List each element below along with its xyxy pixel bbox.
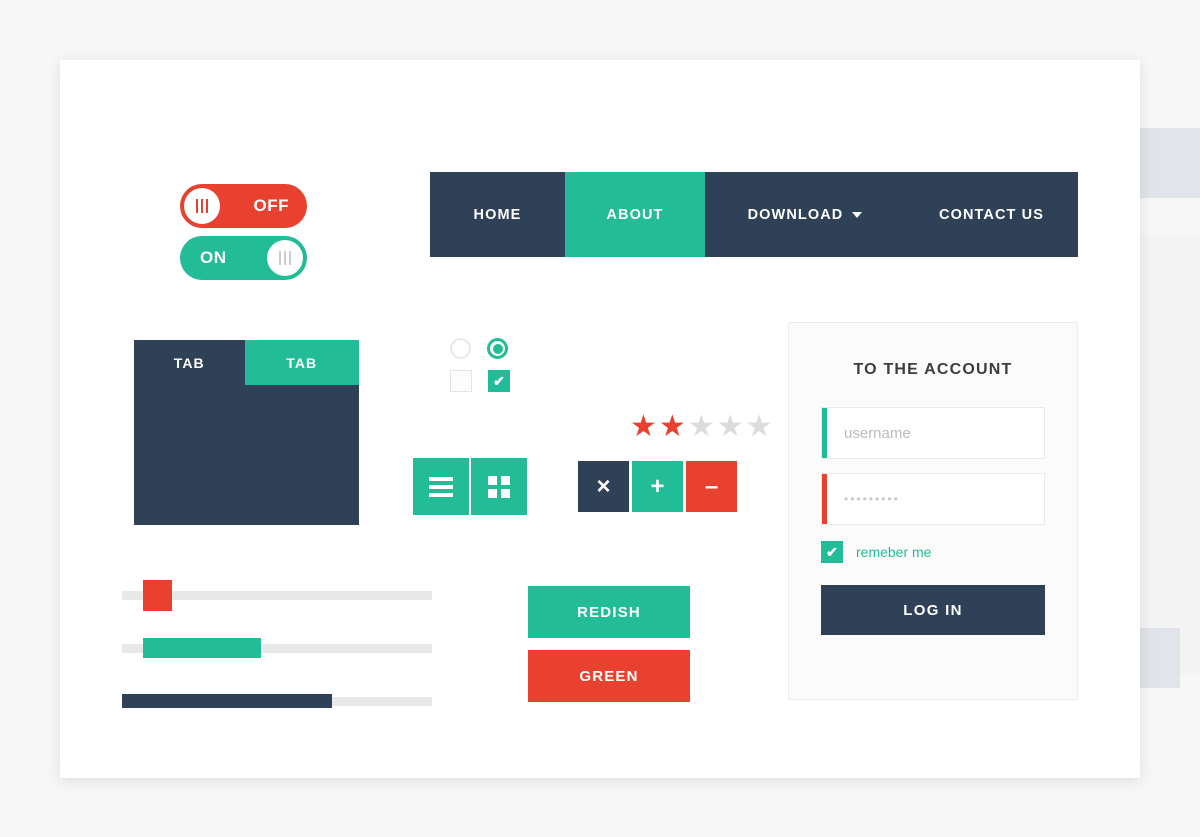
- nav-item-contact-us[interactable]: CONTACT US: [905, 172, 1078, 257]
- nav-item-download[interactable]: DOWNLOAD: [705, 172, 905, 257]
- tab-2[interactable]: TAB: [244, 340, 359, 385]
- password-field[interactable]: •••••••••: [821, 473, 1045, 525]
- star-icon-5[interactable]: ★: [746, 412, 773, 442]
- green-button-label: GREEN: [579, 667, 639, 685]
- slider-red-handle[interactable]: [143, 580, 172, 611]
- nav-item-home-label: HOME: [473, 206, 522, 223]
- minus-icon: –: [704, 472, 719, 500]
- star-icon-3[interactable]: ★: [688, 412, 715, 442]
- username-placeholder: username: [844, 424, 911, 442]
- remember-me-label: remeber me: [856, 544, 932, 560]
- grid-icon: [488, 475, 510, 498]
- log-in-button-label: LOG IN: [903, 601, 963, 619]
- checkbox-empty-icon[interactable]: [450, 370, 472, 392]
- checkbox-checked-icon[interactable]: ✔: [488, 370, 510, 392]
- radio-unchecked-icon[interactable]: [450, 338, 471, 359]
- ui-kit-sheet: OFF ON HOME ABOUT DOWNLOAD CONTACT US TA…: [60, 60, 1140, 778]
- password-value: •••••••••: [844, 492, 900, 506]
- remember-me-row[interactable]: ✔ remeber me: [821, 541, 1045, 563]
- tabs-row: TAB TAB: [134, 340, 359, 385]
- nav-item-download-label: DOWNLOAD: [747, 206, 844, 223]
- redish-button[interactable]: REDISH: [528, 586, 690, 638]
- remember-me-checkbox[interactable]: ✔: [821, 541, 843, 563]
- star-icon-1[interactable]: ★: [630, 412, 657, 442]
- background-plate-faint: [1130, 235, 1200, 675]
- check-icon: ✔: [826, 544, 838, 560]
- slider-green-fill[interactable]: [143, 638, 261, 658]
- close-icon: ×: [596, 472, 611, 500]
- tab-2-label: TAB: [286, 354, 318, 371]
- three-bars-icon: [184, 188, 220, 224]
- chevron-down-icon: [852, 211, 863, 218]
- view-toggle-buttons: [413, 458, 527, 515]
- tabs-widget: TAB TAB: [134, 340, 359, 525]
- nav-item-contact-us-label: CONTACT US: [939, 206, 1044, 223]
- nav-item-about[interactable]: ABOUT: [565, 172, 705, 257]
- star-rating[interactable]: ★ ★ ★ ★ ★: [630, 412, 773, 442]
- star-icon-4[interactable]: ★: [717, 412, 744, 442]
- tab-1-label: TAB: [173, 354, 205, 371]
- background-plate-bottom: [1140, 628, 1180, 688]
- radio-row: [450, 338, 510, 359]
- tab-panel-body: [134, 385, 359, 525]
- check-icon: ✔: [493, 373, 505, 389]
- toggle-switch-on[interactable]: ON: [180, 236, 307, 280]
- grid-view-button[interactable]: [471, 458, 527, 515]
- redish-button-label: REDISH: [577, 603, 641, 621]
- hamburger-icon: [429, 476, 453, 497]
- login-card: TO THE ACCOUNT username ••••••••• ✔ reme…: [788, 322, 1078, 700]
- main-navbar: HOME ABOUT DOWNLOAD CONTACT US: [430, 172, 1078, 257]
- list-view-button[interactable]: [413, 458, 469, 515]
- checkbox-row: ✔: [450, 370, 510, 392]
- progress-navy-fill: [122, 694, 332, 708]
- toggle-on-label: ON: [200, 248, 227, 267]
- toggle-switch-off[interactable]: OFF: [180, 184, 307, 228]
- radio-dot: [492, 343, 503, 354]
- three-bars-icon: [267, 240, 303, 276]
- star-icon-2[interactable]: ★: [659, 412, 686, 442]
- log-in-button[interactable]: LOG IN: [821, 585, 1045, 635]
- background-plate-top: [1140, 128, 1200, 198]
- radio-checked-icon[interactable]: [487, 338, 508, 359]
- nav-item-about-label: ABOUT: [606, 206, 664, 223]
- green-button[interactable]: GREEN: [528, 650, 690, 702]
- toggle-off-label: OFF: [253, 196, 289, 215]
- tab-1[interactable]: TAB: [134, 340, 245, 385]
- add-button[interactable]: +: [632, 461, 683, 512]
- plus-icon: +: [650, 472, 665, 500]
- action-icon-buttons: × + –: [578, 461, 737, 512]
- login-card-title: TO THE ACCOUNT: [853, 361, 1013, 378]
- close-button[interactable]: ×: [578, 461, 629, 512]
- username-field[interactable]: username: [821, 407, 1045, 459]
- nav-item-home[interactable]: HOME: [430, 172, 565, 257]
- remove-button[interactable]: –: [686, 461, 737, 512]
- choice-controls-group: ✔: [450, 338, 510, 392]
